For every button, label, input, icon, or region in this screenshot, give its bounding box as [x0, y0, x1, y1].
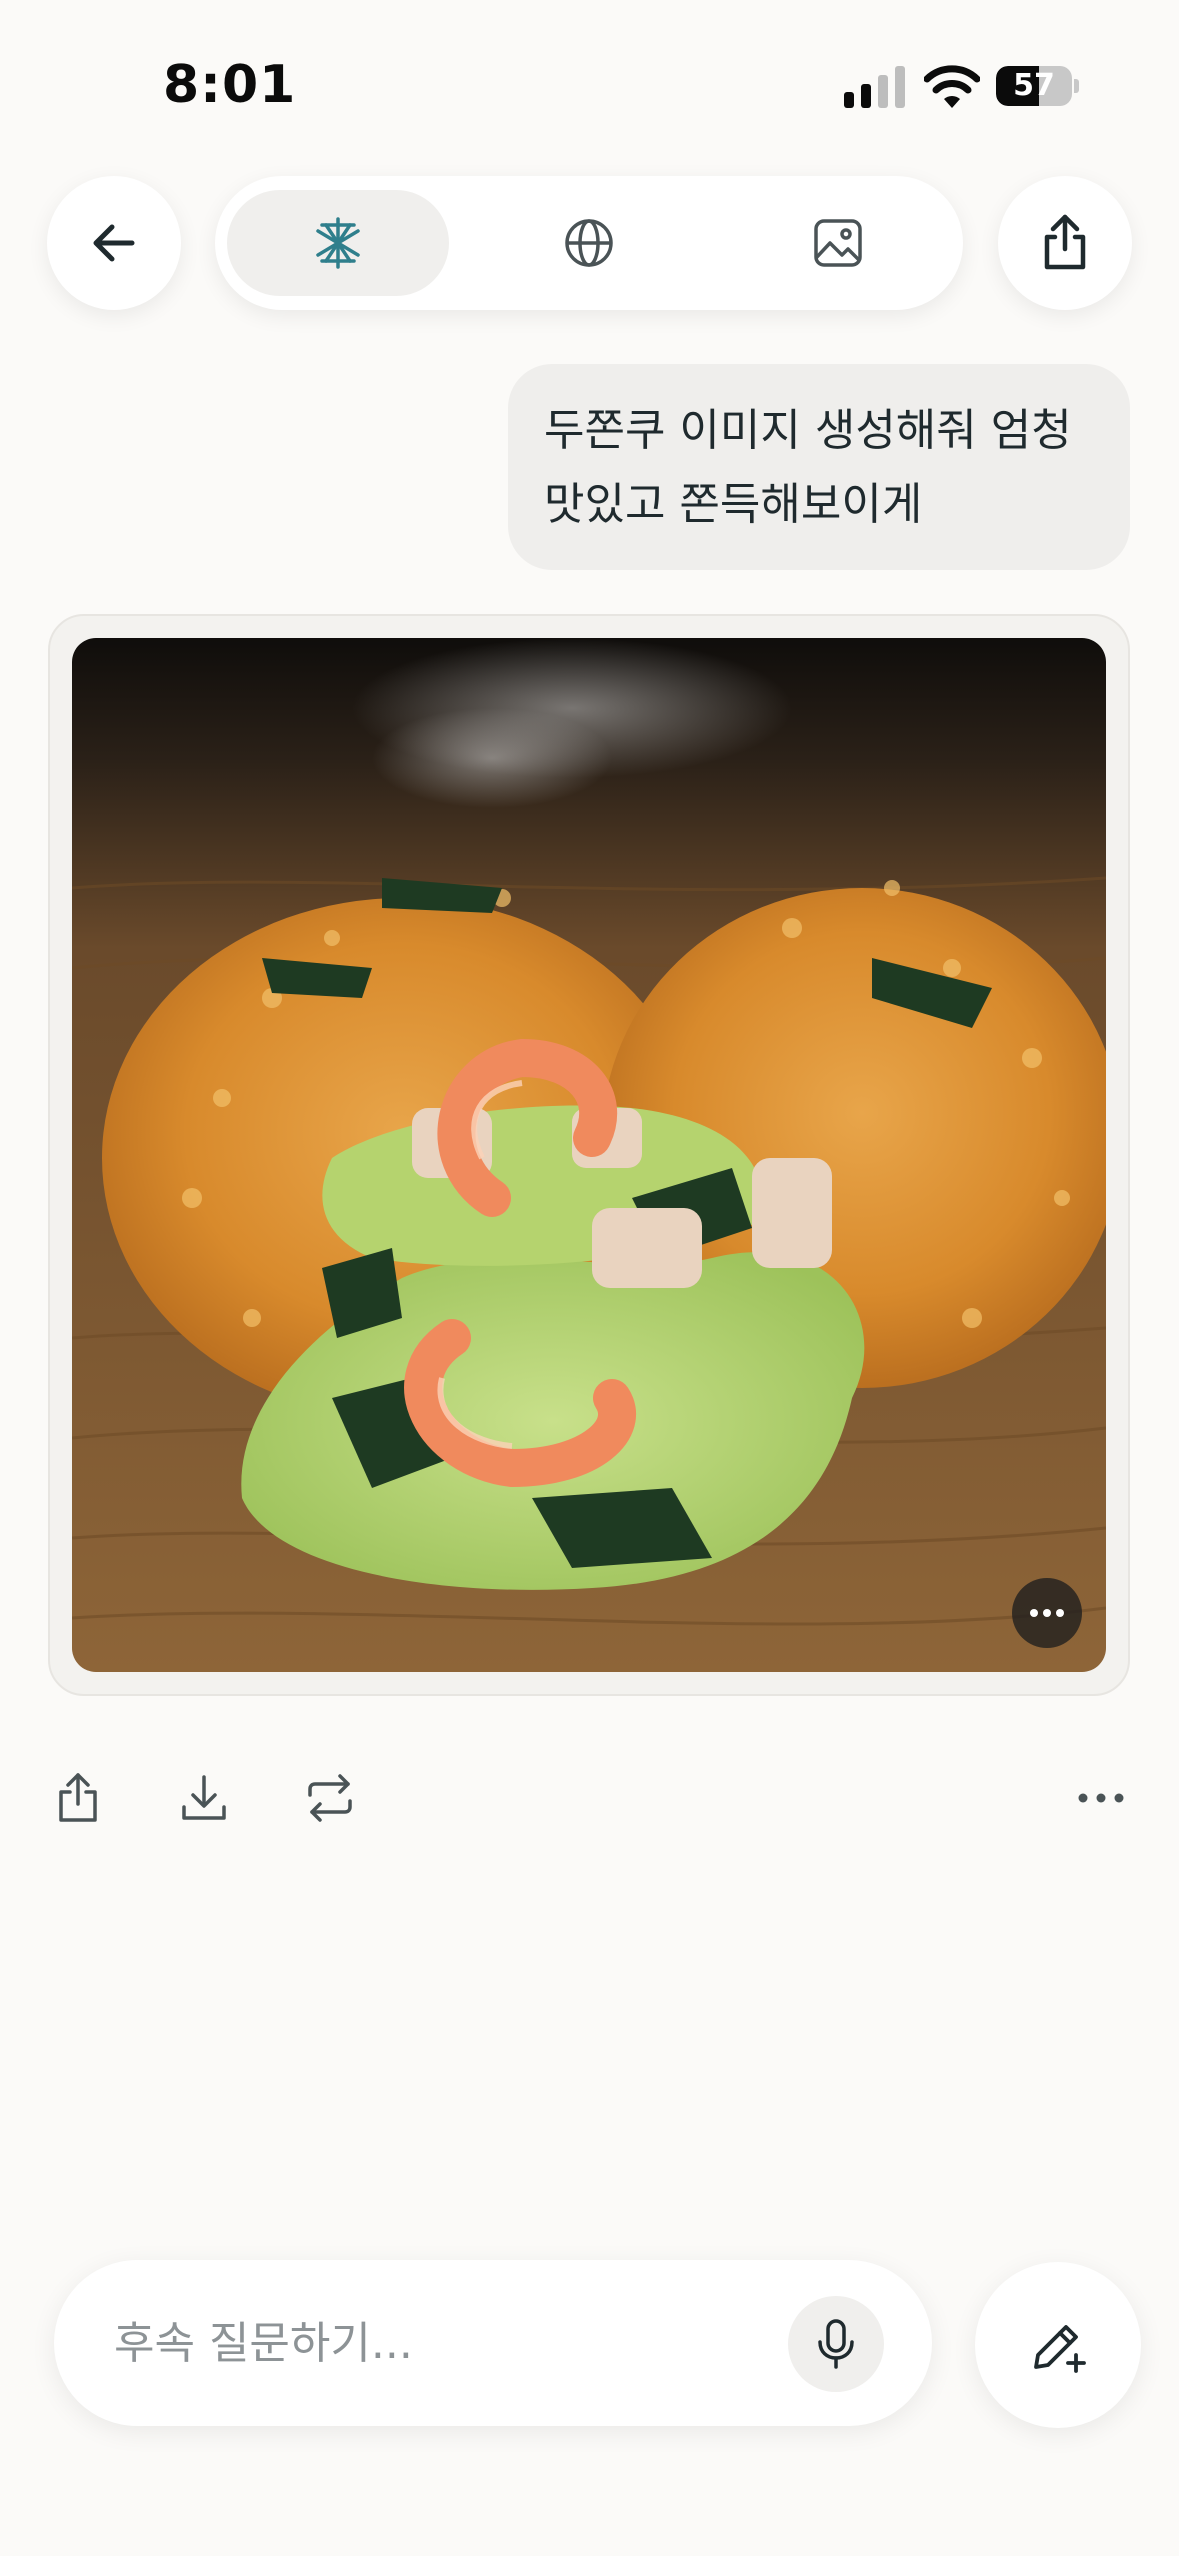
download-icon — [182, 1775, 226, 1820]
regenerate-icon — [308, 1774, 352, 1822]
ellipsis-icon — [1030, 1609, 1064, 1617]
battery-icon: 57 — [996, 64, 1079, 108]
generated-image-card[interactable] — [48, 614, 1130, 1696]
croquette-illustration — [72, 638, 1106, 1672]
globe-icon — [565, 219, 613, 267]
tab-image[interactable] — [727, 190, 949, 296]
more-actions-button[interactable] — [1071, 1768, 1131, 1828]
image-icon — [814, 219, 862, 267]
tab-research[interactable] — [227, 190, 449, 296]
share-icon — [1044, 214, 1086, 270]
status-bar: 8:01 57 — [0, 0, 1179, 160]
follow-up-input-container — [54, 2260, 932, 2426]
share-button[interactable] — [998, 176, 1132, 310]
new-chat-button[interactable] — [975, 2262, 1141, 2428]
regenerate-button[interactable] — [300, 1768, 360, 1828]
user-message-bubble: 두쫀쿠 이미지 생성해줘 엄청 맛있고 쫀득해보이게 — [508, 364, 1130, 570]
image-more-button[interactable] — [1012, 1578, 1082, 1648]
download-button[interactable] — [174, 1768, 234, 1828]
mode-selector — [215, 176, 963, 310]
share-image-button[interactable] — [48, 1768, 108, 1828]
status-time: 8:01 — [163, 55, 297, 115]
wifi-icon — [924, 65, 980, 108]
battery-level: 57 — [1013, 68, 1055, 103]
more-icon — [1078, 1793, 1124, 1803]
tab-web-search[interactable] — [478, 190, 700, 296]
follow-up-input[interactable] — [114, 2303, 774, 2383]
research-spark-icon — [316, 217, 360, 269]
microphone-button[interactable] — [788, 2296, 884, 2392]
generated-image[interactable] — [72, 638, 1106, 1672]
user-message-line: 두쫀쿠 이미지 생성해줘 엄청 — [544, 405, 1072, 456]
share-icon — [59, 1773, 97, 1822]
user-message-line: 맛있고 쫀득해보이게 — [544, 479, 923, 530]
compose-icon — [1034, 2325, 1086, 2373]
back-button[interactable] — [47, 176, 181, 310]
cellular-signal-icon — [844, 66, 905, 108]
microphone-icon — [818, 2319, 854, 2369]
arrow-left-icon — [93, 224, 135, 262]
